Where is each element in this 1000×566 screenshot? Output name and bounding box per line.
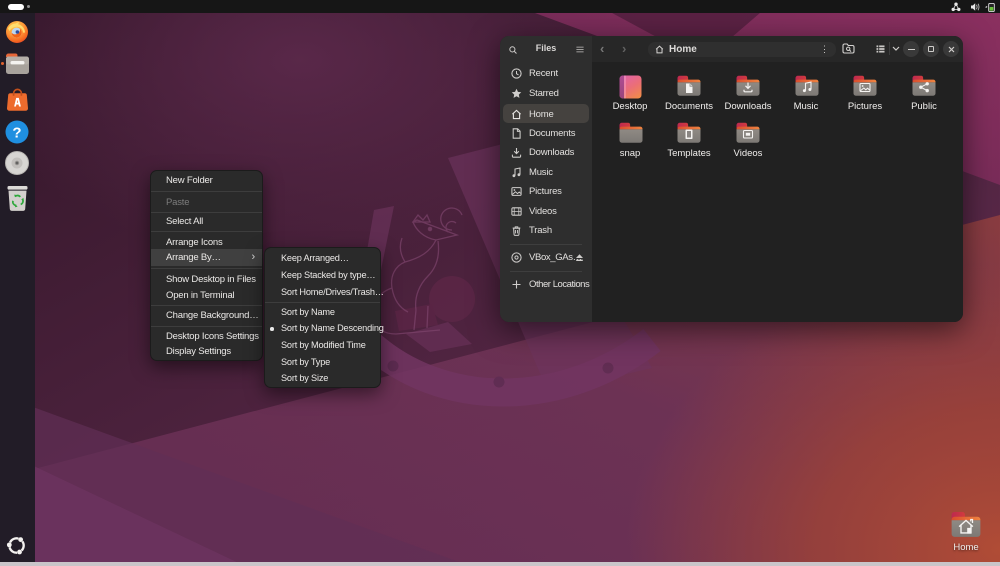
svg-text:?: ? xyxy=(12,125,21,142)
